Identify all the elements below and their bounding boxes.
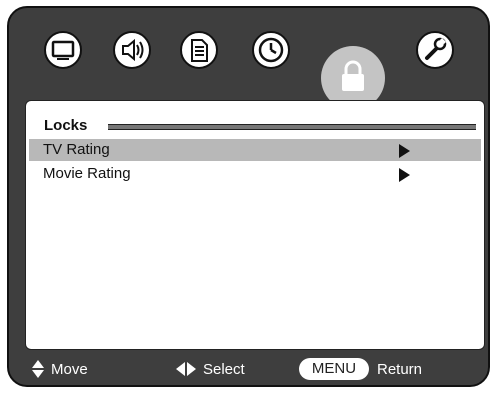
menu-panel: Locks TV Rating Movie Rating bbox=[25, 100, 485, 350]
clock-icon[interactable] bbox=[251, 30, 291, 70]
setup-icon[interactable] bbox=[179, 30, 219, 70]
move-label: Move bbox=[51, 361, 88, 378]
section-title: Locks bbox=[44, 117, 88, 134]
audio-icon[interactable] bbox=[112, 30, 152, 70]
tv-menu-frame: Locks TV Rating Movie Rating Move Select bbox=[7, 6, 490, 387]
footer-hints: Move Select MENU Return bbox=[9, 354, 488, 384]
up-down-arrows-icon bbox=[32, 360, 44, 378]
wrench-icon[interactable] bbox=[415, 30, 455, 70]
menu-key-badge: MENU bbox=[299, 358, 369, 380]
move-hint: Move bbox=[31, 359, 111, 379]
submenu-arrow-icon bbox=[399, 144, 410, 158]
menu-item-movie-rating[interactable]: Movie Rating bbox=[29, 163, 481, 185]
lock-icon bbox=[342, 60, 364, 91]
submenu-arrow-icon bbox=[399, 168, 410, 182]
select-hint: Select bbox=[175, 359, 275, 379]
menu-item-tv-rating[interactable]: TV Rating bbox=[29, 139, 481, 161]
picture-icon[interactable] bbox=[43, 30, 83, 70]
menu-item-label: Movie Rating bbox=[43, 165, 131, 182]
title-divider bbox=[108, 124, 476, 130]
left-right-arrows-icon bbox=[176, 362, 196, 376]
select-label: Select bbox=[203, 361, 245, 378]
return-label: Return bbox=[377, 361, 423, 378]
menu-item-label: TV Rating bbox=[43, 141, 110, 158]
